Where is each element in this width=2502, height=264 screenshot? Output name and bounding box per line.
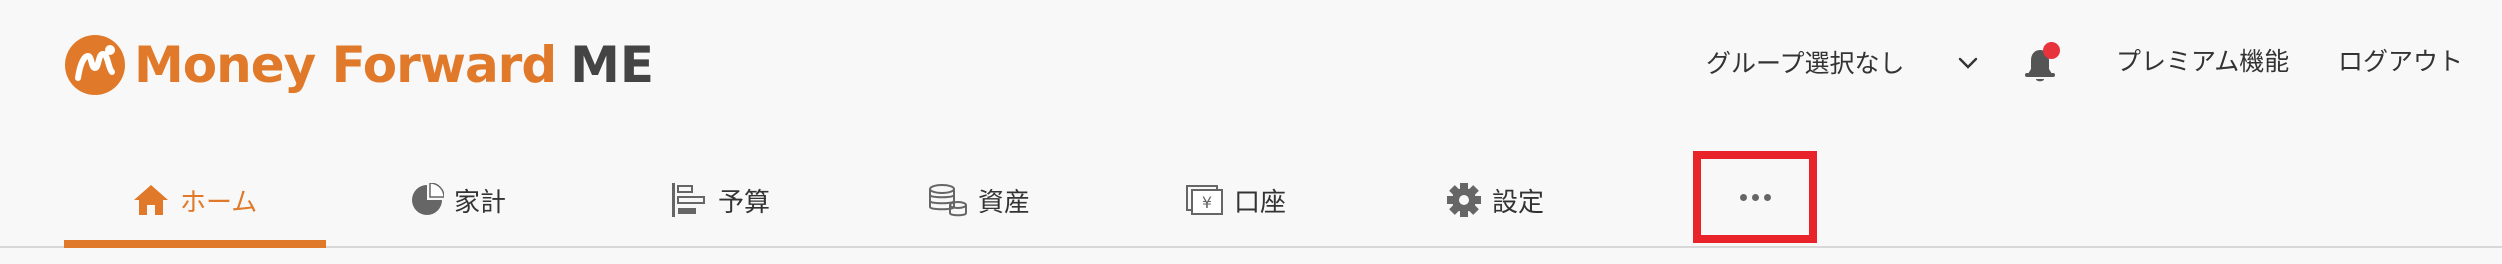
- pie-chart-icon: [412, 183, 444, 215]
- more-dots-icon: [1739, 193, 1771, 201]
- nav-item-settings[interactable]: 設定: [1446, 176, 1544, 224]
- nav-item-kakei[interactable]: 家計: [410, 176, 506, 224]
- logo-suffix: ME: [570, 36, 655, 94]
- active-tab-indicator: [64, 240, 326, 248]
- chevron-down-icon[interactable]: [1955, 50, 1981, 76]
- svg-text:¥: ¥: [1202, 193, 1212, 212]
- money-forward-logo-icon: [65, 35, 125, 95]
- nav-divider: [0, 246, 2502, 248]
- more-button[interactable]: [1693, 151, 1817, 243]
- nav-item-label: ホーム: [180, 187, 258, 218]
- home-icon: [134, 185, 168, 215]
- nav-item-label: 設定: [1492, 187, 1545, 218]
- nav-item-label: 家計: [454, 187, 507, 218]
- coins-stack-icon: [929, 184, 967, 217]
- nav-item-home[interactable]: ホーム: [132, 176, 257, 224]
- gear-icon: [1447, 183, 1481, 217]
- notification-badge: [2043, 42, 2060, 59]
- logo[interactable]: Money Forward ME: [64, 30, 654, 100]
- nav-item-assets[interactable]: 資産: [928, 176, 1030, 224]
- logout-link[interactable]: ログアウト: [2338, 42, 2463, 82]
- nav-item-label: 資産: [978, 187, 1031, 218]
- nav-item-label: 口座: [1234, 187, 1287, 218]
- nav-item-label: 予算: [718, 187, 771, 218]
- premium-link[interactable]: プレミアム機能: [2116, 42, 2289, 82]
- site-header: Money Forward ME グループ選択なし プレミアム機能 ログアウト …: [0, 0, 2502, 264]
- logo-text: Money Forward: [134, 36, 557, 94]
- nav-item-budget[interactable]: 予算: [672, 176, 770, 224]
- group-select[interactable]: グループ選択なし: [1706, 42, 1905, 82]
- budget-bars-icon: [672, 183, 705, 217]
- nav-item-accounts[interactable]: ¥ 口座: [1186, 176, 1286, 224]
- yen-card-icon: ¥: [1186, 185, 1223, 215]
